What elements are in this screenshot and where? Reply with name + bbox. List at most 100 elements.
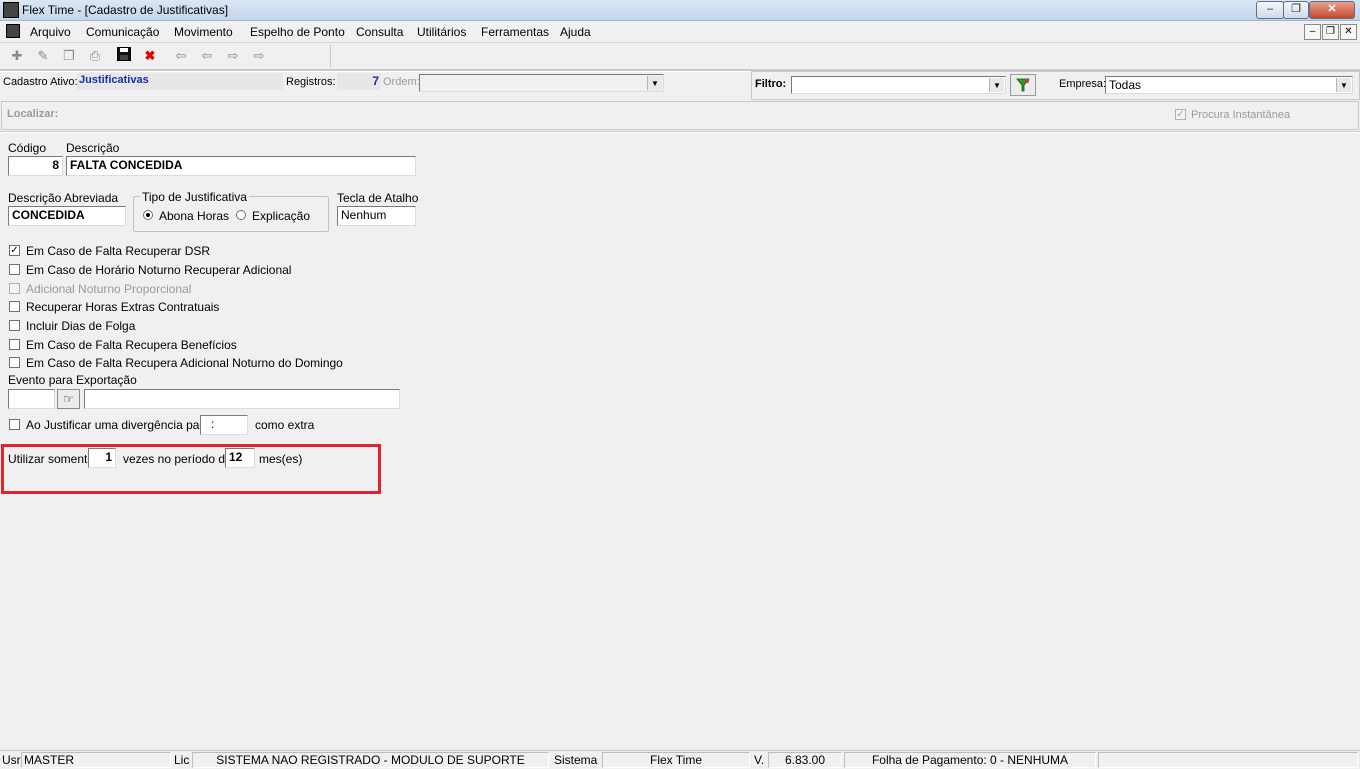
- tipo-justificativa-label: Tipo de Justificativa: [140, 190, 249, 204]
- empresa-value: Todas: [1109, 78, 1142, 92]
- cadastro-ativo-label: Cadastro Ativo:: [3, 76, 78, 88]
- print-icon[interactable]: ⎙: [86, 47, 104, 65]
- procura-instantanea-checkbox[interactable]: ✓: [1175, 109, 1186, 120]
- usr-label: Usr: [2, 753, 21, 767]
- chevron-down-icon[interactable]: ▼: [1336, 78, 1351, 92]
- explicacao-radio[interactable]: [236, 210, 246, 220]
- versao-label: V.: [754, 753, 765, 767]
- vezes-periodo-label: vezes no período de: [123, 452, 232, 466]
- divergencia-time-field[interactable]: :: [200, 415, 248, 435]
- copy-record-icon[interactable]: ❐: [60, 47, 78, 65]
- empresa-select[interactable]: Todas ▼: [1105, 76, 1353, 94]
- periodo-meses-field[interactable]: 12: [225, 448, 255, 468]
- codigo-field[interactable]: 8: [8, 156, 63, 176]
- menu-ferramentas[interactable]: Ferramentas: [481, 25, 549, 39]
- ordem-label: Ordem:: [383, 76, 420, 88]
- usr-value: MASTER: [21, 752, 171, 768]
- empresa-label: Empresa:: [1059, 78, 1107, 90]
- abona-horas-radio[interactable]: [143, 210, 153, 220]
- delete-icon[interactable]: ✖: [141, 47, 159, 65]
- child-restore-button[interactable]: ❐: [1322, 24, 1339, 40]
- menu-arquivo[interactable]: Arquivo: [30, 25, 71, 39]
- recupera-beneficios-label: Em Caso de Falta Recupera Benefícios: [26, 338, 237, 352]
- menu-ajuda[interactable]: Ajuda: [560, 25, 591, 39]
- explicacao-label: Explicação: [252, 209, 311, 223]
- meses-label: mes(es): [259, 452, 303, 466]
- pointing-hand-icon: ☞: [63, 392, 74, 406]
- mdi-child-icon[interactable]: [6, 24, 20, 38]
- toolbar-separator: [330, 45, 331, 67]
- evento-exportacao-label: Evento para Exportação: [8, 373, 137, 387]
- procura-instantanea-label: Procura Instantânea: [1191, 109, 1291, 121]
- adicional-noturno-proporcional-label: Adicional Noturno Proporcional: [26, 282, 192, 296]
- menu-comunicacao[interactable]: Comunicação: [86, 25, 159, 39]
- divergencia-label: Ao Justificar uma divergência pagar: [26, 418, 217, 432]
- filtro-select[interactable]: ▼: [791, 76, 1006, 94]
- descricao-abreviada-field[interactable]: CONCEDIDA: [8, 206, 126, 226]
- registros-label: Registros:: [286, 76, 336, 88]
- edit-record-icon[interactable]: ✎: [34, 47, 52, 65]
- registros-panel: 7: [337, 73, 381, 90]
- horas-extras-contratuais-label: Recuperar Horas Extras Contratuais: [26, 300, 220, 314]
- incluir-dias-folga-label: Incluir Dias de Folga: [26, 319, 136, 333]
- lic-value: SISTEMA NAO REGISTRADO - MODULO DE SUPOR…: [192, 752, 549, 768]
- menu-movimento[interactable]: Movimento: [174, 25, 233, 39]
- descricao-abreviada-label: Descrição Abreviada: [8, 191, 119, 205]
- incluir-dias-folga-checkbox[interactable]: [9, 320, 20, 331]
- codigo-label: Código: [8, 141, 47, 155]
- horas-extras-contratuais-checkbox[interactable]: [9, 301, 20, 312]
- chevron-down-icon[interactable]: ▼: [647, 76, 662, 90]
- recuperar-dsr-checkbox[interactable]: ✓: [9, 245, 20, 256]
- status-bar: Usr MASTER Lic SISTEMA NAO REGISTRADO - …: [0, 750, 1360, 769]
- tecla-atalho-field[interactable]: Nenhum: [337, 206, 416, 226]
- window-title: Flex Time - [Cadastro de Justificativas]: [22, 3, 229, 17]
- recupera-beneficios-checkbox[interactable]: [9, 339, 20, 350]
- abona-horas-label: Abona Horas: [159, 209, 230, 223]
- utilizar-somente-label: Utilizar somente: [8, 452, 95, 466]
- new-record-icon[interactable]: ✚: [8, 47, 26, 65]
- divergencia-checkbox[interactable]: [9, 419, 20, 430]
- child-minimize-button[interactable]: –: [1304, 24, 1321, 40]
- folha-pagamento-status: Folha de Pagamento: 0 - NENHUMA: [844, 752, 1096, 768]
- menu-espelho-de-ponto[interactable]: Espelho de Ponto: [250, 25, 345, 39]
- chevron-down-icon[interactable]: ▼: [989, 78, 1004, 92]
- evento-desc-field[interactable]: [84, 389, 400, 409]
- status-empty-panel: [1098, 752, 1358, 768]
- lookup-button[interactable]: ☞: [57, 389, 80, 409]
- separator: [0, 131, 1360, 133]
- restore-button[interactable]: ❐: [1283, 1, 1309, 19]
- filter-icon: [1016, 78, 1030, 92]
- versao-value: 6.83.00: [768, 752, 842, 768]
- tecla-atalho-label: Tecla de Atalho: [337, 191, 419, 205]
- menu-consulta[interactable]: Consulta: [356, 25, 403, 39]
- sistema-value: Flex Time: [602, 752, 750, 768]
- sistema-label: Sistema: [554, 753, 598, 767]
- descricao-field[interactable]: FALTA CONCEDIDA: [66, 156, 416, 176]
- next-record-icon[interactable]: ⇨: [224, 47, 242, 65]
- save-icon[interactable]: [115, 47, 133, 65]
- toolbar: ✚ ✎ ❐ ⎙ ✖ ⇦ ⇦ ⇨ ⇨: [0, 43, 1360, 70]
- minimize-button[interactable]: –: [1256, 1, 1284, 19]
- last-record-icon[interactable]: ⇨: [250, 47, 268, 65]
- cadastro-ativo-panel: Justificativas: [77, 73, 283, 90]
- child-close-button[interactable]: ✕: [1340, 24, 1357, 40]
- horario-noturno-label: Em Caso de Horário Noturno Recuperar Adi…: [26, 263, 292, 277]
- utilizar-vezes-field[interactable]: 1: [88, 448, 116, 468]
- adicional-noturno-domingo-label: Em Caso de Falta Recupera Adicional Notu…: [26, 356, 343, 370]
- como-extra-label: como extra: [255, 418, 315, 432]
- menu-utilitarios[interactable]: Utilitários: [417, 25, 466, 39]
- previous-record-icon[interactable]: ⇦: [198, 47, 216, 65]
- horario-noturno-checkbox[interactable]: [9, 264, 20, 275]
- evento-code-field[interactable]: [8, 389, 55, 409]
- close-button[interactable]: ✕: [1309, 1, 1355, 19]
- title-bar: Flex Time - [Cadastro de Justificativas]…: [0, 0, 1360, 21]
- apply-filter-button[interactable]: [1010, 74, 1036, 96]
- ordem-select[interactable]: ▼: [419, 74, 664, 92]
- adicional-noturno-proporcional-checkbox[interactable]: [9, 283, 20, 294]
- adicional-noturno-domingo-checkbox[interactable]: [9, 357, 20, 368]
- search-panel: [1, 101, 1359, 130]
- localizar-label: Localizar:: [7, 108, 59, 120]
- app-icon[interactable]: [3, 2, 19, 18]
- lic-label: Lic: [174, 753, 190, 767]
- first-record-icon[interactable]: ⇦: [172, 47, 190, 65]
